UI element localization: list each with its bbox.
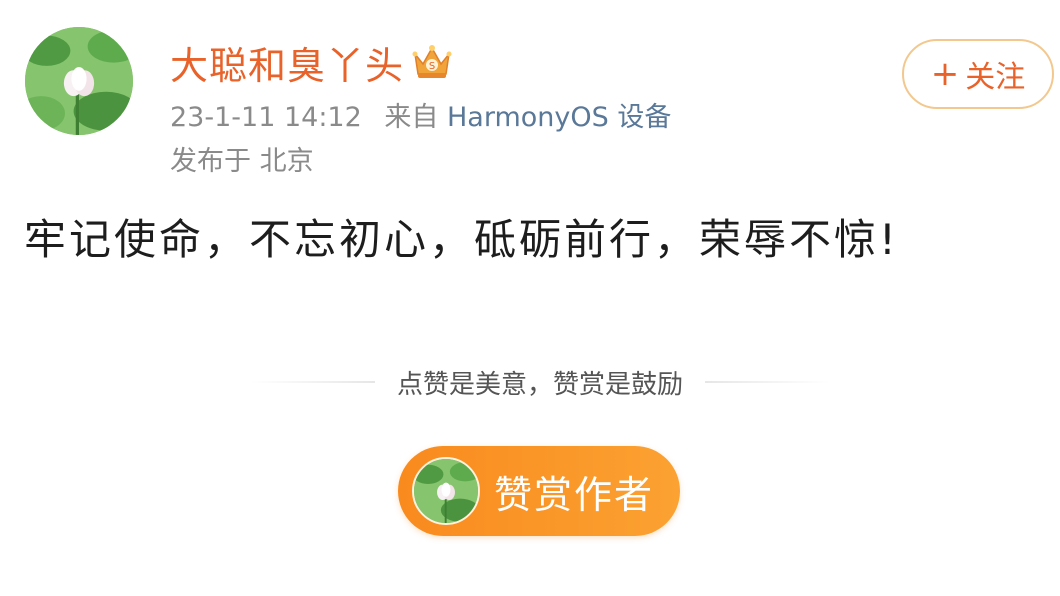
reward-hint: 点赞是美意，赞赏是鼓励 (250, 362, 831, 402)
follow-button-label: 关注 (965, 60, 1026, 95)
post-time: 23-1-11 14:12 (170, 102, 362, 133)
author-name[interactable]: 大聪和臭丫头 (170, 40, 404, 92)
source-prefix: 来自 (384, 102, 439, 133)
crown-badge-icon[interactable]: S (410, 40, 454, 84)
weibo-post-card: 大聪和臭丫头 S 23-1-11 14:12 来自 HarmonyOS 设备 发… (0, 0, 1060, 596)
divider-left (250, 381, 375, 383)
author-avatar[interactable] (25, 27, 133, 135)
follow-button[interactable]: + 关注 (902, 39, 1054, 109)
post-content: 牢记使命，不忘初心，砥砺前行，荣辱不惊! (24, 215, 899, 264)
reward-avatar (412, 457, 480, 525)
post-meta: 23-1-11 14:12 来自 HarmonyOS 设备 (170, 98, 671, 138)
lotus-avatar-icon (414, 459, 478, 523)
lotus-avatar-icon (25, 27, 133, 135)
reward-author-button[interactable]: 赞赏作者 (398, 446, 680, 536)
divider-right (705, 381, 831, 383)
reward-hint-text: 点赞是美意，赞赏是鼓励 (397, 369, 684, 400)
post-location: 发布于 北京 (170, 146, 314, 177)
source-link[interactable]: HarmonyOS 设备 (447, 102, 671, 133)
reward-button-label: 赞赏作者 (494, 472, 655, 517)
plus-icon: + (930, 54, 960, 94)
svg-text:S: S (429, 61, 435, 72)
